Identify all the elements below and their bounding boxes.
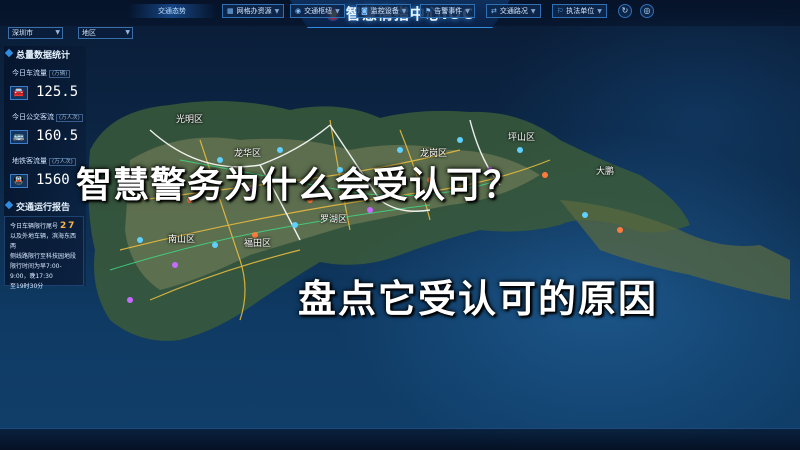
chevron-down-icon: ▼ — [401, 8, 407, 15]
stat-label-traffic: 今日车流量 (万辆) — [12, 68, 71, 78]
district-select[interactable]: 地区 ▼ — [78, 27, 133, 39]
district-select-value: 地区 — [82, 29, 96, 37]
chevron-down-icon: ▼ — [55, 29, 60, 36]
district-label[interactable]: 南山区 — [168, 232, 195, 245]
chevron-down-icon: ▼ — [125, 29, 130, 36]
bottom-toolbar — [0, 428, 800, 450]
chevron-down-icon: ▼ — [530, 8, 536, 15]
traffic-situation-tab[interactable]: 交通态势 — [128, 4, 216, 18]
flag-icon: ⚐ — [557, 7, 564, 15]
stat-value-metro: 1560 — [36, 172, 70, 188]
notice-line: 今日车辆限行尾号 2 7 — [10, 221, 75, 231]
notice-line: 限行时间为早7:00-9:00，晚17:30 — [10, 263, 62, 280]
law-enforcement-button[interactable]: ⚐ 执法单位 ▼ — [552, 4, 607, 18]
chevron-down-icon: ▼ — [274, 8, 280, 15]
car-icon: 🚘 — [10, 86, 28, 100]
traffic-conditions-button[interactable]: ⇄ 交通路况 ▼ — [486, 4, 541, 18]
traffic-hub-button[interactable]: ◉ 交通枢纽 ▼ — [290, 4, 345, 18]
headline-subtitle: 盘点它受认可的原因 — [298, 277, 659, 321]
notice-line: 以及外地车辆，滨海东西两 — [10, 233, 77, 250]
camera-icon: ◙ — [361, 7, 368, 15]
district-label[interactable]: 福田区 — [244, 236, 271, 249]
road-icon: ⇄ — [491, 7, 497, 15]
chevron-down-icon: ▼ — [465, 8, 470, 15]
stat-value-traffic: 125.5 — [36, 84, 79, 100]
headline-question: 智慧警务为什么会受认可？ — [76, 165, 521, 206]
chevron-down-icon: ▼ — [335, 8, 340, 15]
alarm-events-button[interactable]: ⚑ 告警事件 ▼ — [420, 4, 475, 18]
metro-icon: 🚇 — [10, 174, 28, 188]
traffic-notice: 今日车辆限行尾号 2 7 以及外地车辆，滨海东西两 侧线路限行至科技园地段 限行… — [4, 216, 84, 290]
district-label[interactable]: 罗湖区 — [320, 212, 347, 225]
city-select-value: 深圳市 — [12, 29, 33, 37]
notice-line: 至19时30分 — [10, 283, 44, 290]
plate-digit: 2 — [59, 221, 67, 231]
traffic-report-title: 交通运行报告 — [6, 200, 70, 213]
grid-resources-button[interactable]: ▦ 网格办资源 ▼ — [222, 4, 285, 18]
city-map[interactable] — [0, 0, 800, 450]
stat-label-metro: 地铁客流量 (万人次) — [12, 156, 76, 166]
bus-icon: 🚌 — [10, 130, 28, 144]
stats-section-title: 总量数据统计 — [6, 48, 70, 61]
district-label[interactable]: 大鹏 — [596, 164, 614, 177]
alarm-icon: ⚑ — [425, 7, 432, 15]
locate-icon[interactable]: ◎ — [640, 4, 654, 18]
chevron-down-icon: ▼ — [597, 8, 602, 15]
stat-label-bus: 今日公交客流 (万人次) — [12, 112, 83, 122]
plate-digit: 7 — [68, 221, 75, 231]
monitor-devices-button[interactable]: ◙ 监控设备 ▼ — [356, 4, 412, 18]
notice-line: 侧线路限行至科技园地段 — [10, 253, 77, 260]
refresh-icon[interactable]: ↻ — [618, 4, 632, 18]
district-label[interactable]: 坪山区 — [508, 130, 535, 143]
stat-value-bus: 160.5 — [36, 128, 79, 144]
hub-icon: ◉ — [295, 7, 302, 15]
city-select[interactable]: 深圳市 ▼ — [8, 27, 63, 39]
grid-icon: ▦ — [227, 7, 234, 15]
district-label[interactable]: 光明区 — [176, 112, 203, 125]
